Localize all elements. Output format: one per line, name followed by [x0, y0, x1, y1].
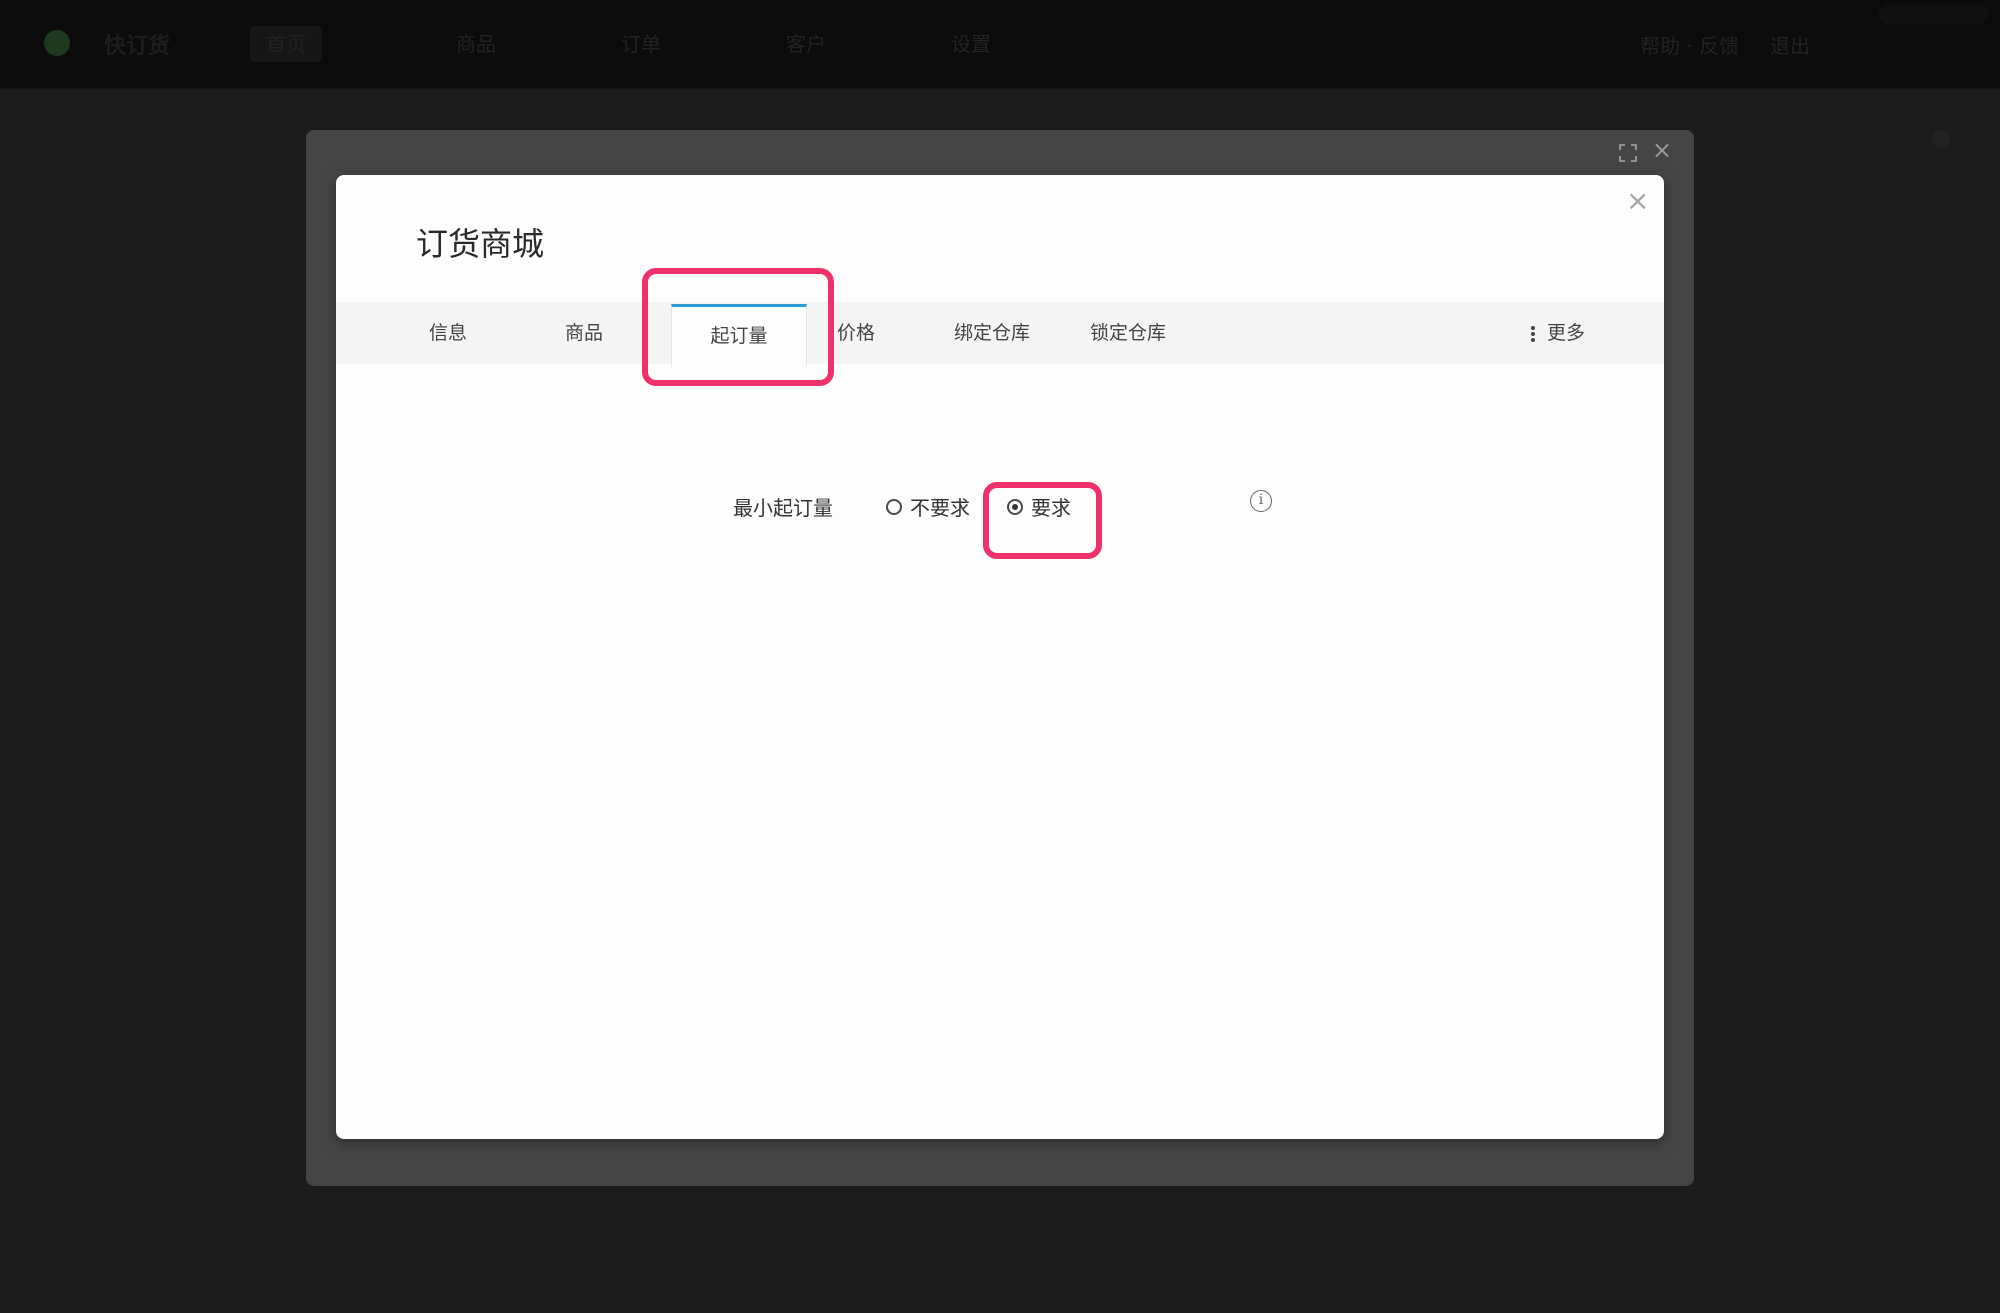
outer-close-icon[interactable]: ×: [1652, 138, 1672, 162]
nav-item-settings[interactable]: 设置: [935, 26, 1007, 62]
min-order-form-row: 最小起订量 不要求 要求 i: [336, 480, 1664, 530]
more-vertical-icon: [1531, 324, 1537, 344]
top-navigation-bar: 快订货 首页 商品 订单 客户 设置 帮助 · 反馈 退出: [0, 0, 2000, 89]
nav-item-customers[interactable]: 客户: [770, 26, 842, 62]
radio-unchecked-icon: [886, 498, 902, 515]
radio-not-required-label: 不要求: [910, 496, 970, 520]
min-order-label: 最小起订量: [733, 496, 833, 520]
tab-bind-warehouse[interactable]: 绑定仓库: [932, 302, 1052, 364]
modal-title: 订货商城: [416, 225, 545, 263]
nav-item-orders[interactable]: 订单: [605, 26, 677, 62]
window-controls[interactable]: [1878, 4, 1988, 24]
nav-item-home[interactable]: 首页: [250, 26, 322, 62]
side-indicator-icon: [1932, 130, 1950, 148]
more-label: 更多: [1547, 322, 1586, 344]
radio-required[interactable]: 要求: [1007, 492, 1071, 521]
radio-checked-icon: [1007, 498, 1023, 515]
tab-info[interactable]: 信息: [388, 302, 508, 364]
order-mall-modal: × 订货商城 信息 商品 起订量 价格 绑定仓库 锁定仓库 更多 最小起订量 不…: [336, 175, 1664, 1139]
brand-logo-icon: [44, 30, 70, 56]
modal-close-icon[interactable]: ×: [1626, 187, 1649, 215]
radio-not-required[interactable]: 不要求: [886, 492, 970, 521]
tab-goods[interactable]: 商品: [524, 302, 644, 364]
info-icon[interactable]: i: [1250, 490, 1272, 512]
nav-item-goods[interactable]: 商品: [440, 26, 512, 62]
brand-name: 快订货: [104, 34, 171, 59]
fullscreen-icon[interactable]: [1618, 143, 1638, 163]
more-menu-button[interactable]: 更多: [1531, 302, 1585, 364]
tab-price[interactable]: 价格: [796, 302, 916, 364]
help-feedback-link[interactable]: 帮助 · 反馈: [1640, 30, 1739, 59]
tab-lock-warehouse[interactable]: 锁定仓库: [1068, 302, 1188, 364]
tab-bar: 信息 商品 起订量 价格 绑定仓库 锁定仓库 更多: [336, 302, 1664, 367]
radio-required-label: 要求: [1031, 496, 1071, 520]
tab-min-order[interactable]: 起订量: [671, 304, 807, 367]
logout-link[interactable]: 退出: [1770, 30, 1810, 59]
